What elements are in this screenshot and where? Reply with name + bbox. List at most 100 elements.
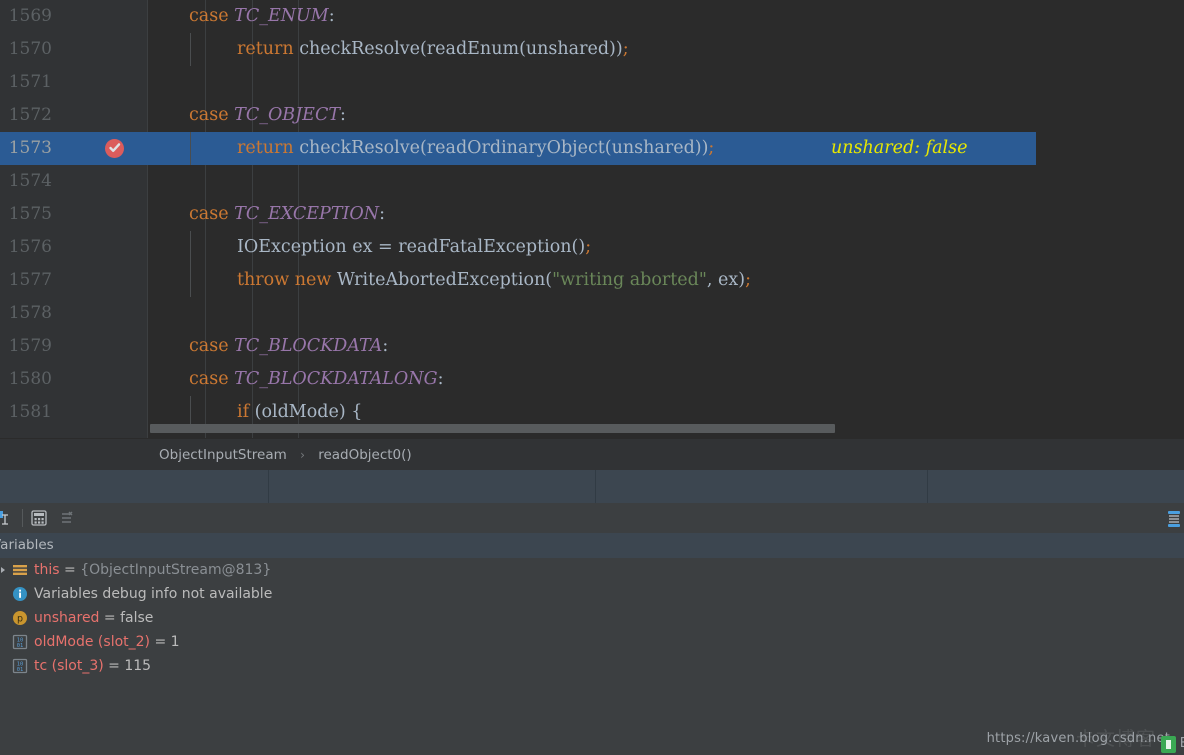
code-line[interactable]: 1574 [0, 165, 1184, 198]
code-line[interactable]: 1576 IOException ex = readFatalException(… [0, 231, 1184, 264]
variable-row[interactable]: Variables debug info not available [0, 582, 1184, 606]
code-token: case [189, 336, 235, 356]
code-line[interactable]: 1580 case TC_BLOCKDATALONG: [0, 363, 1184, 396]
code-line[interactable]: 1579 case TC_BLOCKDATA: [0, 330, 1184, 363]
variable-name: this [34, 562, 60, 578]
line-number: 1576 [8, 237, 52, 257]
code-text: return checkResolve(readEnum(unshared)); [237, 33, 629, 66]
code-token: IOException ex = readFatalException() [237, 237, 586, 257]
info-icon [12, 586, 28, 602]
parameter-icon: p [12, 610, 28, 626]
slot-variable-icon: 10 01 [12, 658, 28, 674]
line-number: 1572 [8, 105, 52, 125]
chevron-right-icon[interactable] [1, 567, 5, 573]
code-text: case TC_BLOCKDATALONG: [189, 363, 443, 396]
code-token: case [189, 6, 235, 26]
code-token: TC_EXCEPTION [234, 204, 380, 224]
breadcrumb-separator-icon: › [300, 448, 305, 462]
object-field-icon [12, 562, 28, 578]
code-text: throw new WriteAbortedException("writing… [237, 264, 751, 297]
variable-name: oldMode (slot_2) [34, 634, 151, 650]
code-token: if [237, 402, 255, 422]
code-line[interactable]: 1571 [0, 66, 1184, 99]
editor-hscrollbar[interactable] [148, 424, 1184, 433]
code-token: "writing aborted" [552, 270, 707, 290]
variable-text: tc (slot_3) = 115 [34, 654, 151, 678]
variable-message: Variables debug info not available [34, 586, 273, 602]
variable-name: unshared [34, 610, 100, 626]
toolbar-divider [22, 509, 23, 527]
watermark-badge-icon: E [1161, 736, 1184, 753]
code-text: case TC_BLOCKDATA: [189, 330, 388, 363]
code-token: : [382, 336, 389, 356]
code-token: checkResolve [299, 138, 420, 158]
variable-name: tc (slot_3) [34, 658, 104, 674]
code-line[interactable]: 1570 return checkResolve(readEnum(unshare… [0, 33, 1184, 66]
code-text: IOException ex = readFatalException(); [237, 231, 591, 264]
tabstrip-divider-1 [268, 470, 269, 503]
code-lines: 1569 case TC_ENUM: 1570 return checkResolve… [0, 0, 1184, 429]
line-number: 1571 [8, 72, 52, 92]
line-number: 1579 [8, 336, 52, 356]
svg-text:01: 01 [17, 643, 24, 649]
code-token: TC_OBJECT [234, 105, 341, 125]
variable-text: Variables debug info not available [34, 582, 272, 606]
variables-tab-label[interactable]: Variables [0, 533, 54, 558]
code-token: : [328, 6, 335, 26]
line-number: 1577 [8, 270, 52, 290]
code-editor[interactable]: 1569 case TC_ENUM: 1570 return checkResolve… [0, 0, 1184, 438]
code-token: ; [708, 138, 715, 158]
variable-equals: = [99, 610, 121, 626]
indent-guide [190, 33, 191, 66]
layout-settings-icon[interactable] [1164, 509, 1184, 527]
indent-guide [190, 264, 191, 297]
variable-row[interactable]: p unshared = false [0, 606, 1184, 630]
code-token: : [437, 369, 444, 389]
evaluate-expression-icon[interactable] [30, 509, 48, 527]
debug-tool-window-tabstrip[interactable] [0, 470, 1184, 503]
code-token: ; [585, 237, 592, 257]
code-token: return [237, 39, 300, 59]
variable-equals: = [150, 634, 171, 650]
code-token: : [379, 204, 385, 224]
variable-text: unshared = false [34, 606, 153, 630]
breadcrumb-item-method[interactable]: readObject0() [318, 447, 412, 463]
code-line[interactable]: 1577 throw new WriteAbortedException("wri… [0, 264, 1184, 297]
code-token: case [189, 369, 235, 389]
debug-toolbar[interactable] [0, 503, 1184, 533]
breadcrumb-item-class[interactable]: ObjectInputStream [159, 447, 287, 463]
variable-row[interactable]: this = {ObjectInputStream@813} [0, 558, 1184, 582]
code-line[interactable]: 1578 [0, 297, 1184, 330]
code-token: TC_ENUM [234, 6, 329, 26]
line-number: 1574 [8, 171, 52, 191]
code-token: throw new [237, 270, 337, 290]
breadcrumb-bar: ObjectInputStream › readObject0() [0, 438, 1184, 471]
code-text: case TC_ENUM: [189, 0, 335, 33]
code-token: return [237, 138, 300, 158]
editor-hscrollbar-thumb[interactable] [150, 424, 835, 433]
variable-value: false [120, 610, 154, 626]
code-token: checkResolve [299, 39, 420, 59]
code-line[interactable]: 1569 case TC_ENUM: [0, 0, 1184, 33]
inline-debug-hint: unshared: false [831, 138, 968, 158]
variables-list[interactable]: this = {ObjectInputStream@813} Variables … [0, 558, 1184, 732]
variable-text: oldMode (slot_2) = 1 [34, 630, 180, 654]
variables-tab-header[interactable]: Variables [0, 533, 1184, 558]
code-line[interactable]: 1573 return checkResolve(readOrdinaryObje… [0, 132, 1184, 165]
breakpoint-verified-icon[interactable] [105, 139, 124, 158]
code-line[interactable]: 1572 case TC_OBJECT: [0, 99, 1184, 132]
code-token: (oldMode) { [254, 402, 363, 422]
settings-rows-icon[interactable] [58, 509, 76, 527]
breadcrumb[interactable]: ObjectInputStream › readObject0() [159, 439, 412, 471]
mute-breakpoints-icon[interactable] [0, 509, 12, 527]
status-bar: 卡文博客 https://kaven.blog.csdn.net E [0, 728, 1184, 755]
code-text: case TC_EXCEPTION: [189, 198, 385, 231]
code-text: return checkResolve(readOrdinaryObject(u… [237, 132, 714, 165]
line-number: 1575 [8, 204, 52, 224]
svg-text:p: p [17, 614, 23, 625]
variable-row[interactable]: 10 01 oldMode (slot_2) = 1 [0, 630, 1184, 654]
line-number: 1573 [8, 138, 52, 158]
code-line[interactable]: 1575 case TC_EXCEPTION: [0, 198, 1184, 231]
variable-equals: = [59, 562, 81, 578]
variable-row[interactable]: 10 01 tc (slot_3) = 115 [0, 654, 1184, 678]
